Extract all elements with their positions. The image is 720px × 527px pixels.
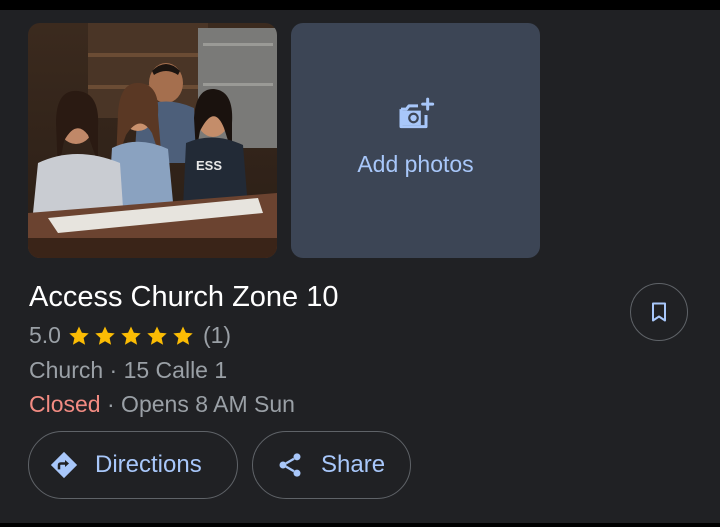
place-photo[interactable]: ESS [28, 23, 277, 258]
place-photo-image: ESS [28, 23, 277, 258]
save-button[interactable] [630, 283, 688, 341]
star-icon [95, 326, 115, 345]
hours-status: Closed · Opens 8 AM Sun [29, 391, 295, 418]
add-photos-button[interactable]: Add photos [291, 23, 540, 258]
add-photo-camera-icon [399, 97, 434, 129]
rating-stars [67, 324, 197, 348]
closed-status: Closed [29, 391, 101, 417]
star-icon [69, 326, 89, 345]
directions-icon [49, 450, 79, 480]
rating-row[interactable]: 5.0 (1) [29, 322, 231, 349]
add-photos-label: Add photos [357, 151, 474, 177]
place-title: Access Church Zone 10 [29, 281, 339, 313]
share-button[interactable]: Share [252, 431, 411, 499]
review-count: (1) [202, 322, 232, 348]
share-icon [275, 450, 305, 480]
directions-button[interactable]: Directions [28, 431, 238, 499]
star-icon [121, 326, 141, 345]
opening-hours: · Opens 8 AM Sun [107, 391, 295, 417]
category-address: Church · 15 Calle 1 [29, 357, 228, 383]
star-icon [147, 326, 167, 345]
bottom-bar [0, 523, 720, 527]
rating-value: 5.0 [29, 322, 61, 348]
star-icon [173, 326, 193, 345]
top-bar [0, 0, 720, 10]
shirt-text: ESS [196, 158, 222, 173]
share-label: Share [321, 451, 386, 478]
bookmark-icon [652, 302, 666, 322]
directions-label: Directions [95, 451, 202, 478]
